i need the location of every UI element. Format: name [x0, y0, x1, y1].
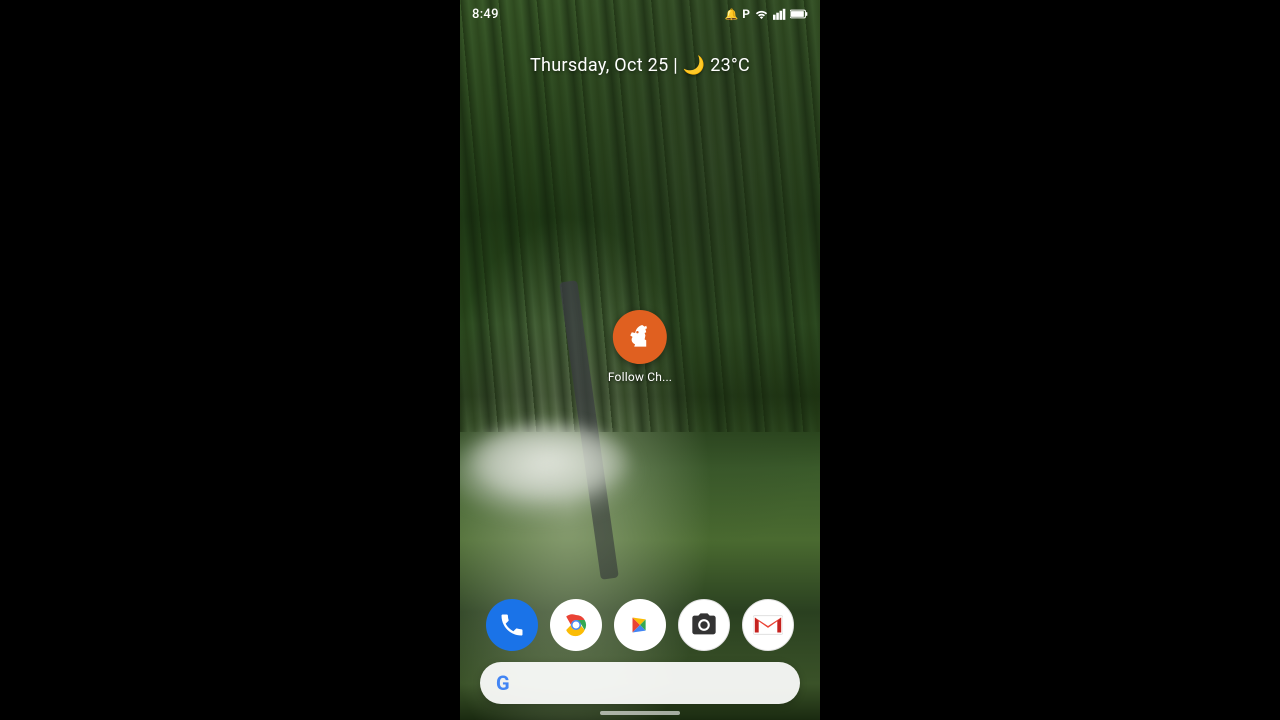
dock-phone-button[interactable]: [486, 599, 538, 651]
camera-icon: [690, 611, 718, 639]
nav-pill: [600, 711, 680, 715]
date-weather-text: Thursday, Oct 25 | 🌙 23°C: [530, 55, 750, 76]
follow-chess-label: Follow Ch...: [608, 370, 672, 384]
dock: [480, 590, 800, 660]
dock-chrome-button[interactable]: [550, 599, 602, 651]
dock-play-button[interactable]: [614, 599, 666, 651]
play-store-icon: [625, 610, 655, 640]
date-weather-widget: Thursday, Oct 25 | 🌙 23°C: [460, 55, 820, 76]
notification-icon: 🔔: [725, 8, 739, 21]
signal-icon: [773, 8, 786, 20]
p-icon: P: [742, 7, 750, 21]
cloud-2: [470, 420, 630, 500]
dock-gmail-button[interactable]: [742, 599, 794, 651]
status-time: 8:49: [472, 7, 499, 22]
status-bar: 8:49 🔔 P: [460, 0, 820, 28]
wifi-icon: [754, 8, 769, 20]
phone-screen: 8:49 🔔 P Thurs: [460, 0, 820, 720]
battery-icon: [790, 8, 808, 20]
follow-chess-icon[interactable]: [613, 310, 667, 364]
right-panel: [820, 0, 1280, 720]
left-panel: [0, 0, 460, 720]
google-g-letter: G: [496, 673, 510, 693]
chess-knight-svg: [624, 321, 656, 353]
follow-chess-app[interactable]: Follow Ch...: [608, 310, 672, 384]
phone-icon: [498, 611, 526, 639]
search-bar[interactable]: G: [480, 662, 800, 704]
dock-camera-button[interactable]: [678, 599, 730, 651]
chrome-icon: [560, 609, 592, 641]
gmail-icon: [753, 613, 783, 637]
status-icons: 🔔 P: [725, 7, 808, 21]
